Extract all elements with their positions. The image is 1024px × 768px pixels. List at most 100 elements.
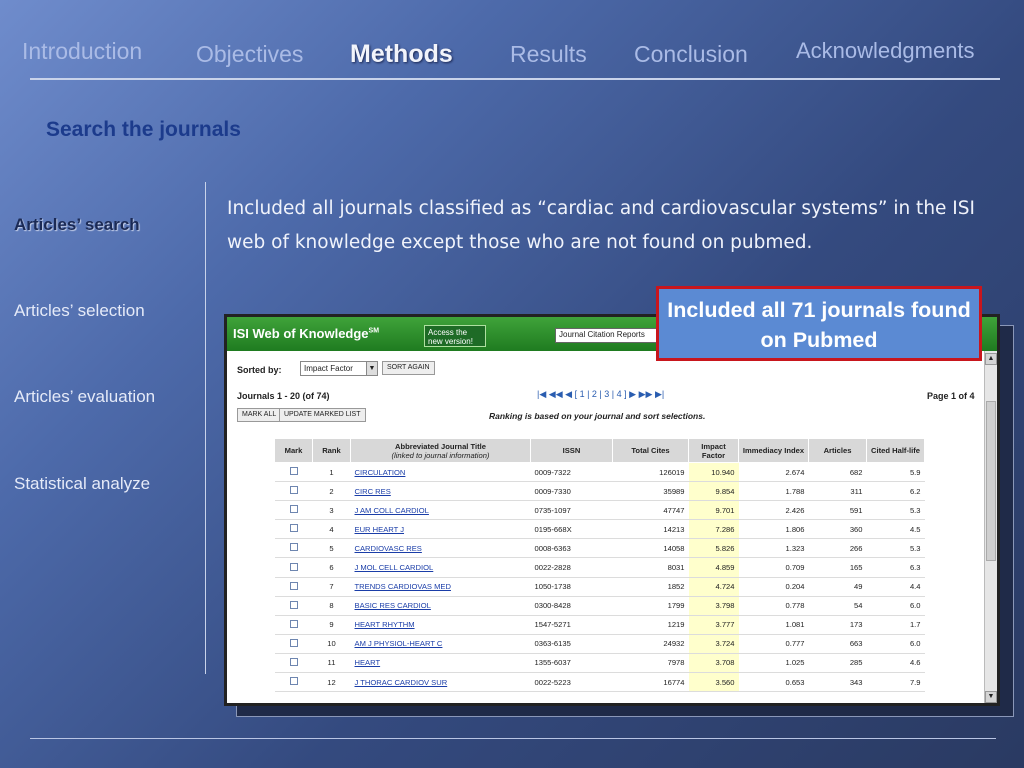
nav-results[interactable]: Results (510, 41, 587, 68)
cell-mark (274, 653, 313, 674)
cell-title: J THORAC CARDIOV SUR (350, 672, 531, 693)
first-page-icon[interactable]: |◀ (537, 389, 546, 399)
journal-title-link[interactable]: CARDIOVASC RES (355, 544, 422, 553)
cell-rank: 7 (312, 577, 351, 597)
sidebar-item-statistical-analyze[interactable]: Statistical analyze (14, 474, 150, 494)
cell-impact-factor: 7.286 (688, 519, 739, 540)
cell-rank: 11 (312, 653, 351, 674)
cell-rank: 2 (312, 481, 351, 502)
scrollbar[interactable]: ▲ ▼ (984, 351, 997, 703)
mark-checkbox[interactable] (289, 524, 298, 533)
mark-checkbox[interactable] (289, 677, 298, 686)
cell-title: EUR HEART J (350, 519, 531, 540)
cell-title: J MOL CELL CARDIOL (350, 557, 531, 578)
col-immediacy[interactable]: Immediacy Index (738, 438, 809, 463)
cell-total-cites: 16774 (612, 672, 689, 693)
sort-again-button[interactable]: SORT AGAIN (382, 361, 435, 375)
col-title[interactable]: Abbreviated Journal Title (linked to jour… (350, 438, 531, 463)
col-half-life[interactable]: Cited Half-life (866, 438, 925, 463)
mark-checkbox[interactable] (289, 505, 298, 514)
nav-methods[interactable]: Methods (350, 40, 453, 69)
cell-articles: 285 (808, 653, 867, 674)
mark-checkbox[interactable] (289, 467, 298, 476)
col-mark: Mark (274, 438, 313, 463)
cell-articles: 173 (808, 615, 867, 635)
cell-articles: 343 (808, 672, 867, 693)
sidebar-divider (205, 182, 206, 674)
journal-title-link[interactable]: TRENDS CARDIOVAS MED (355, 582, 451, 591)
access-new-version-button[interactable]: Access the new version! (424, 325, 486, 347)
journal-title-link[interactable]: J THORAC CARDIOV SUR (355, 678, 448, 687)
cell-rank: 10 (312, 634, 351, 654)
journal-title-link[interactable]: HEART (355, 658, 381, 667)
nav-acknowledgments[interactable]: Acknowledgments (796, 38, 975, 64)
cell-articles: 682 (808, 462, 867, 483)
journal-title-link[interactable]: J AM COLL CARDIOL (355, 506, 429, 515)
journal-title-link[interactable]: J MOL CELL CARDIOL (355, 563, 434, 572)
nav-conclusion[interactable]: Conclusion (634, 41, 748, 68)
prev-ten-icon[interactable]: ◀◀ (549, 389, 563, 399)
cell-total-cites: 1219 (612, 615, 689, 635)
table-row: 7 TRENDS CARDIOVAS MED 1050-1738 1852 4.724 0… (274, 577, 925, 597)
journal-title-link[interactable]: CIRCULATION (355, 468, 406, 477)
scroll-down-icon[interactable]: ▼ (985, 691, 997, 703)
sidebar-item-articles-search[interactable]: Articles’ search (14, 215, 140, 235)
mark-checkbox[interactable] (289, 657, 298, 666)
cell-half-life: 4.4 (866, 577, 925, 597)
col-total-cites[interactable]: Total Cites (612, 438, 689, 463)
table-header-row: Mark Rank Abbreviated Journal Title (link… (274, 438, 925, 463)
sidebar-item-articles-selection[interactable]: Articles’ selection (14, 301, 145, 321)
cell-mark (274, 538, 313, 559)
cell-title: AM J PHYSIOL-HEART C (350, 634, 531, 654)
nav-introduction[interactable]: Introduction (22, 38, 142, 65)
mark-checkbox[interactable] (289, 562, 298, 571)
journal-title-link[interactable]: CIRC RES (355, 487, 391, 496)
sort-select[interactable]: Impact Factor ▼ (300, 361, 378, 376)
mark-checkbox[interactable] (289, 486, 298, 495)
cell-issn: 0009-7330 (530, 481, 613, 502)
journal-title-link[interactable]: EUR HEART J (355, 525, 405, 534)
product-select[interactable]: Journal Citation Reports (555, 328, 665, 343)
col-impact-factor[interactable]: Impact Factor (688, 438, 739, 463)
journal-title-link[interactable]: BASIC RES CARDIOL (355, 601, 431, 610)
mark-checkbox[interactable] (289, 543, 298, 552)
table-row: 10 AM J PHYSIOL-HEART C 0363-6135 24932 3.72… (274, 634, 925, 654)
cell-mark (274, 557, 313, 578)
pager[interactable]: |◀ ◀◀ ◀ [ 1 | 2 | 3 | 4 ] ▶ ▶▶ ▶| (537, 389, 664, 400)
mark-all-button[interactable]: MARK ALL (237, 408, 282, 422)
cell-immediacy: 1.025 (738, 653, 809, 674)
cell-half-life: 5.3 (866, 538, 925, 559)
cell-total-cites: 24932 (612, 634, 689, 654)
last-page-icon[interactable]: ▶| (655, 389, 664, 399)
mark-checkbox[interactable] (289, 600, 298, 609)
scroll-thumb[interactable] (986, 401, 996, 561)
prev-page-icon[interactable]: ◀ (565, 389, 572, 399)
cell-title: HEART RHYTHM (350, 615, 531, 635)
cell-issn: 1355-6037 (530, 653, 613, 674)
cell-total-cites: 14058 (612, 538, 689, 559)
cell-half-life: 6.0 (866, 634, 925, 654)
col-rank[interactable]: Rank (312, 438, 351, 463)
sidebar-item-articles-evaluation[interactable]: Articles’ evaluation (14, 387, 155, 407)
col-articles[interactable]: Articles (808, 438, 867, 463)
page-links[interactable]: [ 1 | 2 | 3 | 4 ] (575, 389, 627, 399)
cell-mark (274, 500, 313, 521)
mark-checkbox[interactable] (289, 619, 298, 628)
journal-title-link[interactable]: AM J PHYSIOL-HEART C (355, 639, 443, 648)
cell-mark (274, 481, 313, 502)
nav-objectives[interactable]: Objectives (196, 41, 303, 68)
cell-immediacy: 2.426 (738, 500, 809, 521)
mark-checkbox[interactable] (289, 581, 298, 590)
next-ten-icon[interactable]: ▶▶ (639, 389, 653, 399)
cell-total-cites: 1852 (612, 577, 689, 597)
mark-checkbox[interactable] (289, 638, 298, 647)
journal-title-link[interactable]: HEART RHYTHM (355, 620, 415, 629)
sort-select-value: Impact Factor (304, 364, 353, 373)
cell-title: CIRCULATION (350, 462, 531, 483)
cell-articles: 591 (808, 500, 867, 521)
scroll-up-icon[interactable]: ▲ (985, 353, 997, 365)
next-page-icon[interactable]: ▶ (629, 389, 636, 399)
update-marked-list-button[interactable]: UPDATE MARKED LIST (279, 408, 366, 422)
section-title: Search the journals (46, 118, 241, 141)
col-issn[interactable]: ISSN (530, 438, 613, 463)
